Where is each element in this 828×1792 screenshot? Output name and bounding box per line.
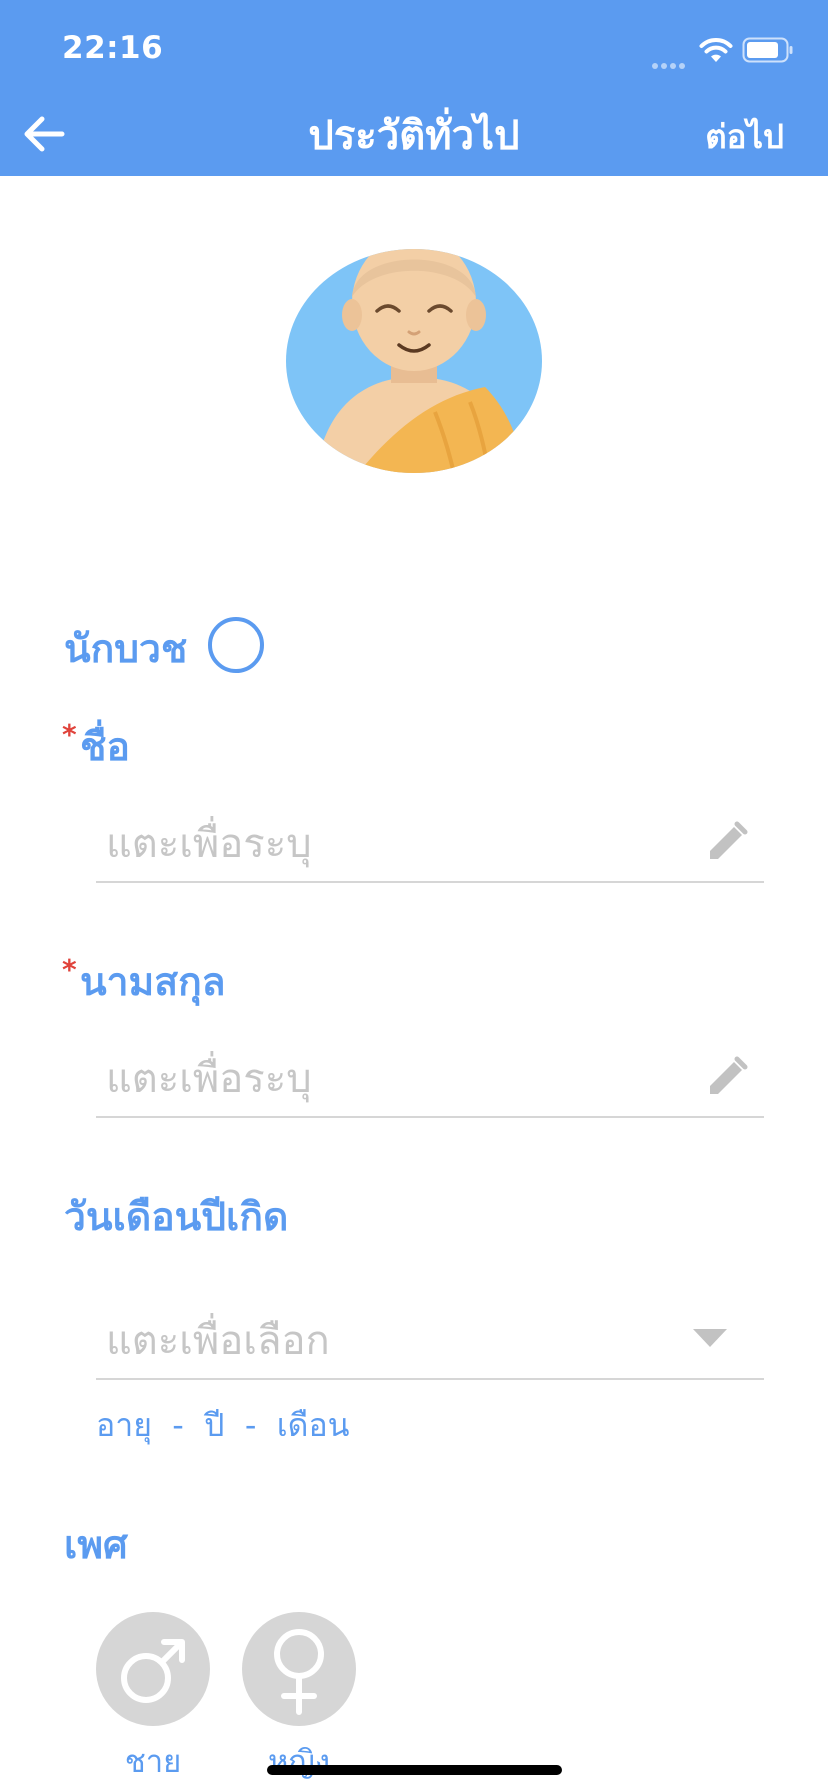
- birthdate-select[interactable]: แตะเพื่อเลือก: [96, 1300, 764, 1380]
- cellular-signal-icon: [652, 54, 692, 69]
- age-prefix: อายุ: [96, 1406, 152, 1444]
- female-symbol-icon: [274, 1629, 324, 1715]
- monk-label: นักบวช: [64, 627, 188, 672]
- home-indicator[interactable]: [267, 1765, 562, 1775]
- status-time: 22:16: [62, 30, 164, 66]
- age-display: อายุ - ปี - เดือน: [96, 1400, 350, 1451]
- battery-icon: [742, 37, 793, 63]
- required-mark: *: [62, 718, 77, 751]
- page-title: ประวัติทั่วไป: [308, 113, 520, 159]
- age-months-value: -: [244, 1406, 257, 1444]
- monk-radio-button[interactable]: [208, 617, 264, 673]
- first-name-label: ชื่อ: [80, 725, 130, 770]
- dropdown-triangle-icon: [693, 1329, 727, 1347]
- monk-avatar-icon[interactable]: [285, 237, 543, 475]
- pencil-icon: [710, 1056, 748, 1094]
- gender-label: เพศ: [64, 1523, 128, 1568]
- female-button[interactable]: [242, 1612, 356, 1726]
- male-symbol-icon: [121, 1639, 185, 1703]
- required-mark: *: [62, 953, 77, 986]
- age-years-unit: ปี: [204, 1406, 225, 1444]
- birthdate-placeholder: แตะเพื่อเลือก: [106, 1318, 330, 1364]
- app-header: 22:16 ประวัติทั่วไป ต่อไป: [0, 0, 828, 176]
- male-button[interactable]: [96, 1612, 210, 1726]
- birthdate-label: วันเดือนปีเกิด: [64, 1195, 289, 1240]
- first-name-field[interactable]: แตะเพื่อระบุ: [96, 803, 764, 883]
- wifi-icon: [699, 38, 733, 62]
- last-name-placeholder: แตะเพื่อระบุ: [106, 1056, 312, 1102]
- age-years-value: -: [172, 1406, 184, 1444]
- female-label: หญิง: [268, 1744, 330, 1780]
- last-name-field[interactable]: แตะเพื่อระบุ: [96, 1038, 764, 1118]
- first-name-placeholder: แตะเพื่อระบุ: [106, 821, 312, 867]
- last-name-label: นามสกุล: [80, 960, 226, 1005]
- next-button[interactable]: ต่อไป: [705, 110, 784, 163]
- pencil-icon: [710, 821, 748, 859]
- age-months-unit: เดือน: [276, 1406, 350, 1444]
- male-label: ชาย: [124, 1744, 182, 1780]
